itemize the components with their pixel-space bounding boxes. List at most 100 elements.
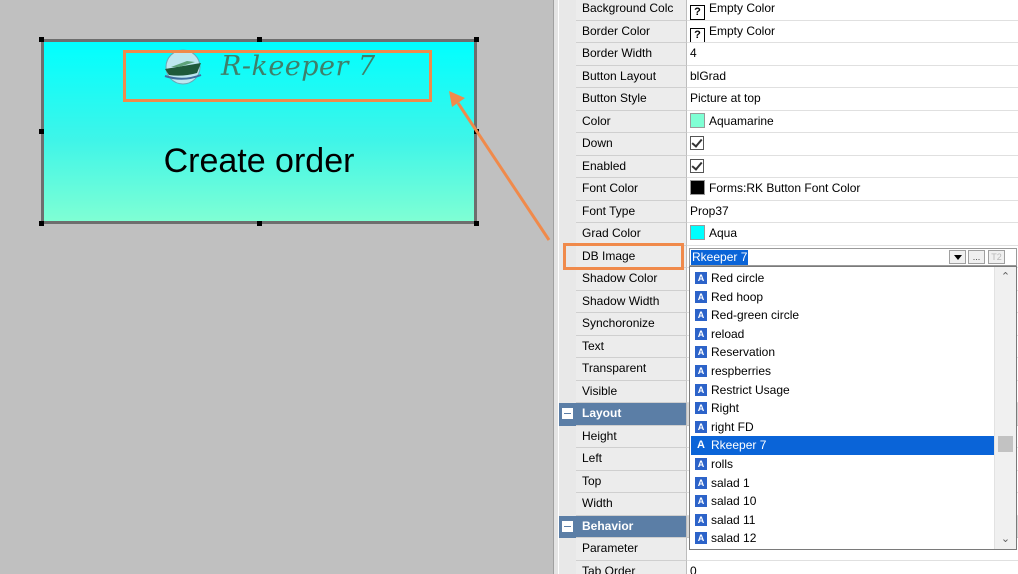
- row-gutter: [559, 448, 576, 471]
- dropdown-item[interactable]: A Reservation: [691, 343, 994, 362]
- dropdown-item[interactable]: Asalad 12: [691, 529, 994, 548]
- row-gutter: [559, 515, 576, 538]
- dropdown-item[interactable]: A Restrict Usage: [691, 381, 994, 400]
- dropdown-item-label: right FD: [711, 419, 754, 434]
- row-gutter: [559, 403, 576, 426]
- dropdown-item-label: Right: [711, 401, 740, 416]
- scroll-down-icon[interactable]: ⌄: [995, 529, 1016, 549]
- property-row[interactable]: Button Layout blGrad: [559, 65, 1018, 88]
- property-row[interactable]: Color Aquamarine: [559, 110, 1018, 133]
- dropdown-item[interactable]: Asalad 11: [691, 511, 994, 530]
- dropdown-item[interactable]: Arolls: [691, 455, 994, 474]
- checkbox-checked-icon[interactable]: [690, 158, 704, 173]
- collapse-icon[interactable]: [562, 408, 573, 419]
- property-row[interactable]: Border Width 4: [559, 43, 1018, 66]
- property-row[interactable]: Border Color? Empty Color: [559, 20, 1018, 43]
- property-value[interactable]: [687, 155, 1018, 178]
- resize-handle-bottom-left[interactable]: [39, 221, 44, 226]
- dropdown-item-label: salad 10: [711, 494, 757, 509]
- resize-handle-middle-right[interactable]: [474, 129, 479, 134]
- image-item-icon: A: [695, 513, 707, 526]
- property-value[interactable]: 0: [687, 560, 1018, 574]
- property-value-text: Aquamarine: [709, 113, 774, 128]
- form-designer-canvas: R-keeper 7 Create order: [0, 0, 553, 574]
- image-item-icon: A: [695, 495, 707, 508]
- dropdown-item[interactable]: Arespberries: [691, 362, 994, 381]
- resize-handle-middle-left[interactable]: [39, 129, 44, 134]
- property-name: Button Style: [576, 88, 687, 111]
- property-value[interactable]: Forms:RK Button Font Color: [687, 178, 1018, 201]
- db-image-value[interactable]: Rkeeper 7: [691, 250, 749, 265]
- property-row[interactable]: Background Colc? Empty Color: [559, 0, 1018, 21]
- property-value[interactable]: ? Empty Color: [687, 20, 1018, 43]
- question-mark-icon: ?: [690, 27, 705, 43]
- button-caption: Create order: [163, 142, 355, 180]
- row-gutter: [559, 20, 576, 43]
- image-item-icon: A: [697, 439, 705, 452]
- row-gutter: [559, 358, 576, 381]
- ellipsis-button[interactable]: ...: [968, 250, 985, 264]
- property-name: Visible: [576, 380, 687, 403]
- image-item-icon: A: [695, 476, 707, 489]
- dropdown-item[interactable]: Aright FD: [691, 418, 994, 437]
- property-value[interactable]: [687, 133, 1018, 156]
- db-image-dropdown[interactable]: A Red circle A Red hoop A Red-green circle Are…: [689, 266, 1017, 550]
- resize-handle-bottom-center[interactable]: [257, 221, 262, 226]
- image-item-icon: A: [695, 309, 707, 322]
- property-value[interactable]: Aquamarine: [687, 110, 1018, 133]
- scroll-thumb[interactable]: [998, 436, 1013, 453]
- resize-handle-top-right[interactable]: [474, 37, 479, 42]
- color-swatch: [690, 180, 705, 195]
- db-image-editor[interactable]: Rkeeper 7 ... T2: [689, 248, 1017, 266]
- row-gutter: [559, 178, 576, 201]
- row-gutter: [559, 88, 576, 111]
- dropdown-arrow-icon[interactable]: [949, 250, 966, 264]
- dropdown-item-label: Red hoop: [711, 289, 764, 304]
- property-value[interactable]: Aqua: [687, 223, 1018, 246]
- property-value-text: 4: [690, 46, 697, 60]
- property-name: Width: [576, 493, 687, 516]
- dropdown-item[interactable]: A Red circle: [691, 269, 994, 288]
- dropdown-item[interactable]: A Red-green circle: [691, 306, 994, 325]
- dropdown-item[interactable]: Areload: [691, 325, 994, 344]
- property-value-text: Picture at top: [690, 91, 761, 105]
- property-name: Layout: [576, 403, 687, 426]
- property-row[interactable]: Button Style Picture at top: [559, 88, 1018, 111]
- dropdown-item-label: Rkeeper 7: [711, 438, 767, 453]
- dropdown-item-label: Restrict Usage: [711, 382, 790, 397]
- checkbox-checked-icon[interactable]: [690, 136, 704, 150]
- t2-button[interactable]: T2: [988, 250, 1005, 264]
- dropdown-item[interactable]: A Red hoop: [691, 288, 994, 307]
- property-name: Synchoronize: [576, 313, 687, 336]
- image-item-icon: A: [695, 420, 707, 433]
- property-row[interactable]: Enabled: [559, 155, 1018, 178]
- dropdown-scrollbar[interactable]: ⌃ ⌄: [994, 267, 1016, 549]
- property-value-text: Forms:RK Button Font Color: [709, 181, 861, 195]
- property-value-text: Empty Color: [709, 1, 776, 15]
- property-value-text: Aqua: [709, 226, 738, 240]
- dropdown-item[interactable]: A Right: [691, 399, 994, 418]
- property-row[interactable]: Font Color Forms:RK Button Font Color: [559, 178, 1018, 201]
- resize-handle-top-center[interactable]: [257, 37, 262, 42]
- resize-handle-top-left[interactable]: [39, 37, 44, 42]
- property-name: Font Type: [576, 200, 687, 223]
- property-value[interactable]: 4: [687, 43, 1018, 66]
- scroll-up-icon[interactable]: ⌃: [995, 267, 1016, 287]
- property-row[interactable]: Down: [559, 133, 1018, 156]
- property-value[interactable]: blGrad: [687, 65, 1018, 88]
- resize-handle-bottom-right[interactable]: [474, 221, 479, 226]
- dropdown-item[interactable]: Asalad 1: [691, 474, 994, 493]
- property-name: Enabled: [576, 155, 687, 178]
- property-value[interactable]: ? Empty Color: [687, 0, 1018, 21]
- property-row[interactable]: Tab Order 0: [559, 560, 1018, 574]
- row-gutter: [559, 425, 576, 448]
- row-gutter: [559, 560, 576, 574]
- property-row[interactable]: Font Type Prop37: [559, 200, 1018, 223]
- property-value[interactable]: Prop37: [687, 200, 1018, 223]
- property-value[interactable]: Picture at top: [687, 88, 1018, 111]
- dropdown-item[interactable]: Asalad 10: [691, 492, 994, 511]
- dropdown-item[interactable]: A Rkeeper 7: [691, 436, 994, 455]
- property-name: Height: [576, 425, 687, 448]
- property-value-text: Empty Color: [709, 23, 776, 38]
- collapse-icon[interactable]: [562, 520, 573, 532]
